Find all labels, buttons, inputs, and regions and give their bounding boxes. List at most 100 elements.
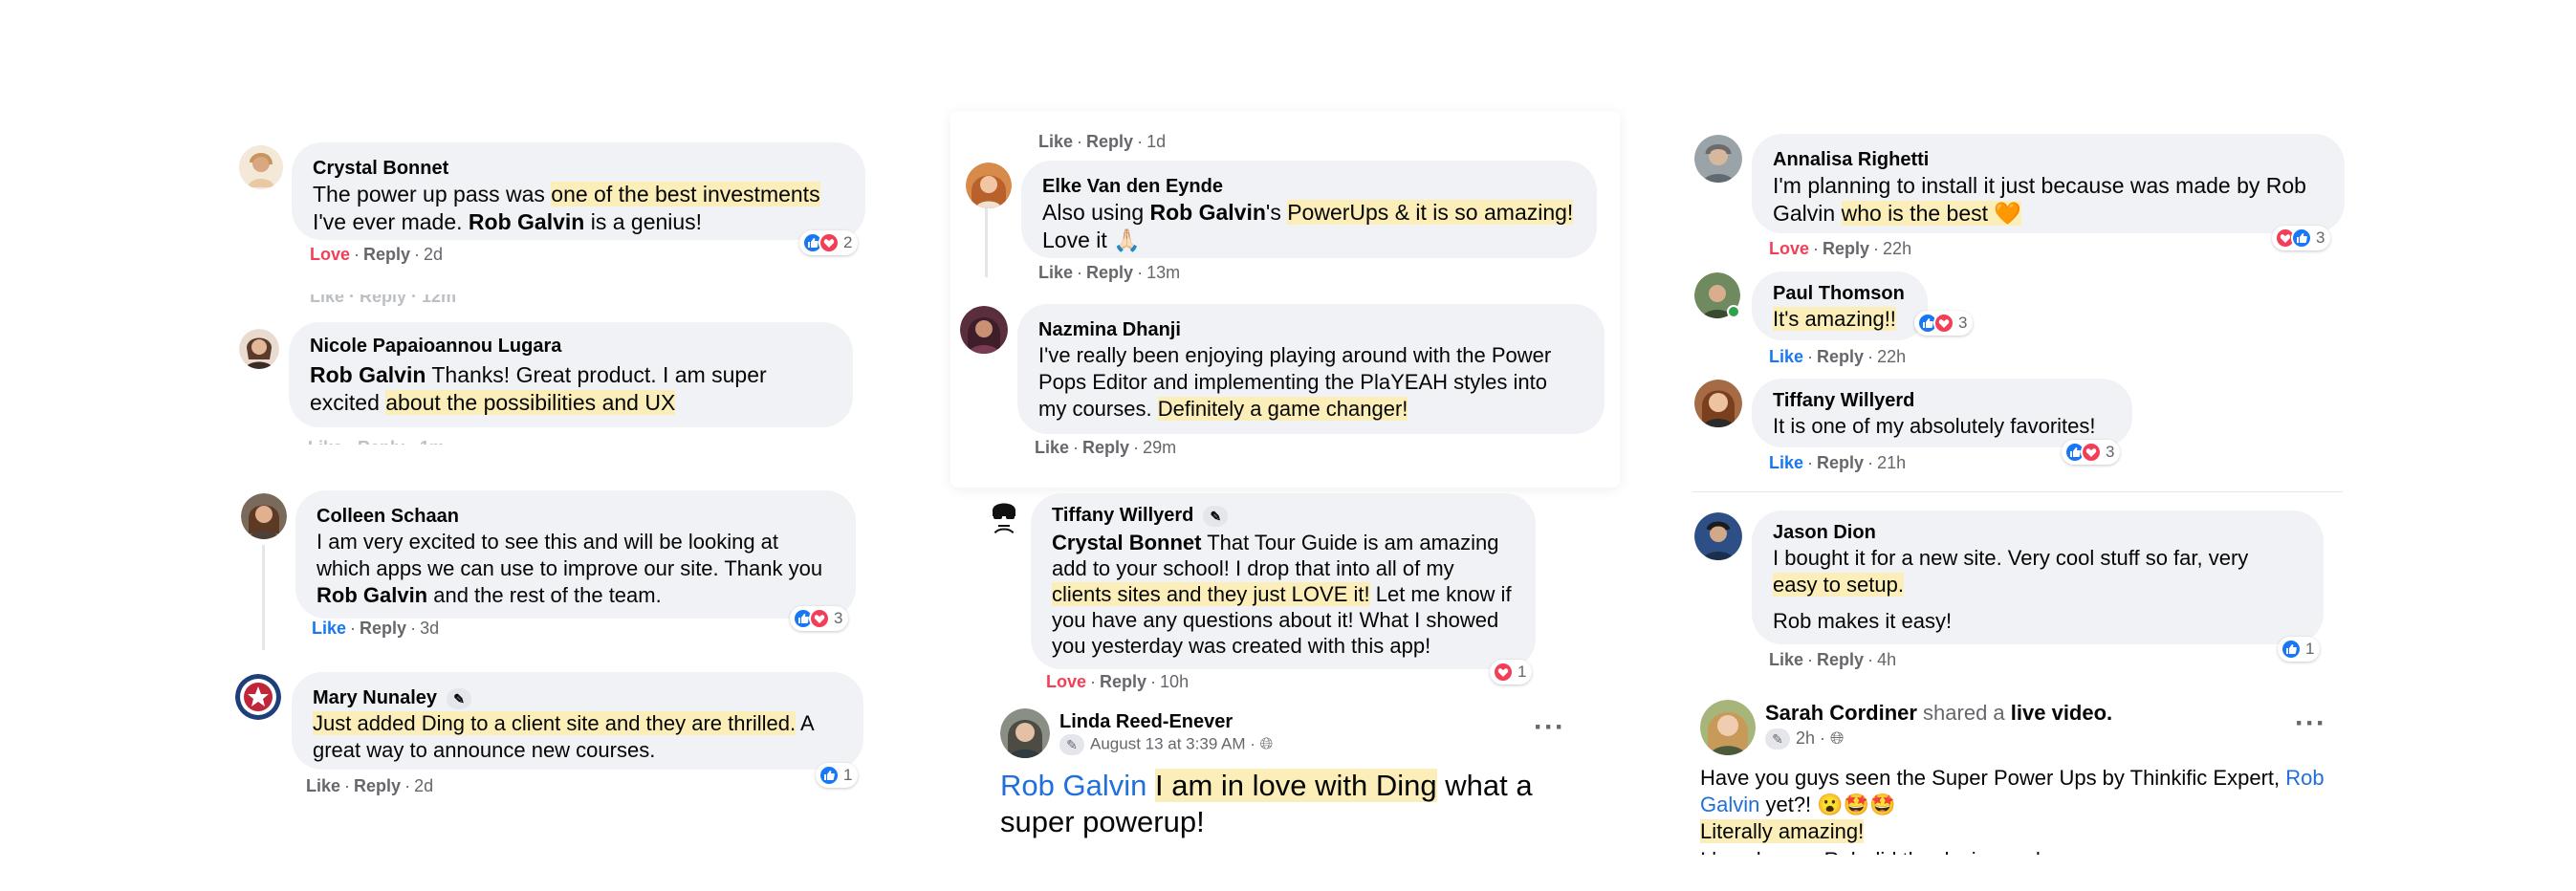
reaction-count[interactable]: 3 — [2062, 440, 2121, 465]
reaction-count[interactable]: 2 — [799, 230, 859, 255]
like-button[interactable]: Like — [1038, 263, 1073, 282]
love-button[interactable]: Love — [1046, 672, 1086, 691]
live-video-link[interactable]: live video. — [2011, 701, 2112, 725]
comment-actions: Love · Reply · 22h — [1769, 239, 1912, 258]
avatar[interactable] — [239, 329, 279, 369]
like-button[interactable]: Like — [1769, 650, 1803, 669]
mention-tag[interactable]: Rob Galvin — [317, 583, 427, 607]
reaction-number: 1 — [1517, 663, 1527, 681]
timestamp[interactable]: 21h — [1877, 453, 1906, 472]
timestamp[interactable]: 1d — [1146, 132, 1166, 151]
reaction-count[interactable]: 1 — [2278, 637, 2321, 662]
reply-button[interactable]: Reply — [363, 245, 410, 264]
like-button[interactable]: Like — [1769, 453, 1803, 472]
comment-author[interactable]: Nazmina Dhanji — [1038, 317, 1583, 342]
avatar[interactable] — [1694, 380, 1742, 427]
comment-author[interactable]: Elke Van den Eynde — [1042, 174, 1576, 199]
heart-icon — [1933, 313, 1954, 334]
timestamp[interactable]: 29m — [1143, 438, 1176, 457]
comment-author[interactable]: Mary Nunaley ✎ — [313, 685, 842, 710]
reply-button[interactable]: Reply — [1817, 347, 1864, 366]
timestamp[interactable]: 3d — [420, 619, 439, 638]
timestamp[interactable]: 10h — [1160, 672, 1189, 691]
comment-bubble: Jason Dion I bought it for a new site. V… — [1752, 511, 2324, 644]
timestamp[interactable]: 22h — [1877, 347, 1906, 366]
timestamp[interactable]: 2d — [424, 245, 443, 264]
highlight-text: Literally amazing! — [1700, 819, 1865, 843]
reply-button[interactable]: Reply — [1817, 453, 1864, 472]
comment-author[interactable]: Nicole Papaioannou Lugara — [310, 334, 832, 359]
reply-button[interactable]: Reply — [1823, 239, 1869, 258]
timestamp[interactable]: 2d — [414, 776, 433, 795]
avatar[interactable] — [966, 163, 1012, 208]
love-button[interactable]: Love — [1769, 239, 1809, 258]
timestamp[interactable]: 4h — [1877, 650, 1896, 669]
mention-tag[interactable]: Rob Galvin — [310, 362, 426, 387]
post-author[interactable]: Sarah Cordiner — [1765, 701, 1917, 725]
highlight-text: clients sites and they just LOVE it! — [1052, 582, 1370, 606]
comment-author[interactable]: Paul Thomson — [1773, 281, 1907, 306]
post-date[interactable]: August 13 at 3:39 AM — [1090, 734, 1246, 752]
timestamp[interactable]: 22h — [1883, 239, 1911, 258]
reaction-number: 1 — [2305, 640, 2315, 658]
avatar[interactable] — [239, 145, 283, 189]
mention-tag[interactable]: Crystal Bonnet — [1052, 531, 1201, 554]
highlight-text: I am in love with Ding — [1154, 769, 1437, 802]
comment-author[interactable]: Colleen Schaan — [317, 504, 835, 529]
reply-button[interactable]: Reply — [1817, 650, 1864, 669]
like-button[interactable]: Like — [306, 776, 340, 795]
reply-button[interactable]: Reply — [1086, 263, 1133, 282]
more-options-icon[interactable]: ··· — [1534, 711, 1565, 744]
comment-text: Love it 🙏🏻 — [1042, 228, 1141, 252]
like-button[interactable]: Like — [1038, 132, 1073, 151]
comment-author[interactable]: Tiffany Willyerd — [1773, 388, 2111, 413]
globe-icon: 🌐︎ — [1259, 734, 1274, 753]
reply-button[interactable]: Reply — [1082, 438, 1129, 457]
thread-line — [985, 208, 988, 277]
reaction-count[interactable]: 1 — [1490, 660, 1533, 685]
mention-tag[interactable]: Rob — [2285, 766, 2324, 790]
reply-button[interactable]: Reply — [1100, 672, 1146, 691]
reaction-count[interactable]: 3 — [790, 606, 849, 631]
more-options-icon[interactable]: ··· — [2295, 707, 2326, 740]
highlight-text: who is the best 🧡 — [1841, 201, 2022, 226]
reply-button[interactable]: Reply — [360, 619, 406, 638]
mention-tag[interactable]: Rob Galvin — [469, 209, 584, 234]
avatar[interactable] — [1700, 700, 1756, 755]
reply-button[interactable]: Reply — [1086, 132, 1133, 151]
like-button[interactable]: Like — [312, 619, 346, 638]
comment-author[interactable]: Jason Dion — [1773, 520, 2303, 545]
comment-author[interactable]: Annalisa Righetti — [1773, 147, 2324, 172]
post-author[interactable]: Linda Reed-Enever — [1059, 709, 1233, 734]
post-text-line: yet?! 😮🤩🤩 — [1759, 793, 1896, 816]
reaction-count[interactable]: 1 — [816, 763, 859, 788]
avatar[interactable] — [1694, 512, 1742, 560]
timestamp[interactable]: 13m — [1146, 263, 1180, 282]
like-button[interactable]: Like — [1769, 347, 1803, 366]
heart-icon — [2081, 442, 2102, 463]
avatar[interactable] — [960, 306, 1008, 354]
reaction-count[interactable]: 3 — [1914, 311, 1974, 336]
reaction-number: 3 — [2316, 228, 2325, 247]
comment-text: Galvin — [1773, 201, 1842, 226]
mention-tag[interactable]: Rob Galvin — [1000, 769, 1146, 802]
post-date[interactable]: 2h — [1796, 728, 1815, 748]
avatar[interactable] — [985, 497, 1023, 535]
post-text-line: Have you guys seen the Super Power Ups b… — [1700, 766, 2286, 790]
comment-bubble: Mary Nunaley ✎ Just added Ding to a clien… — [292, 672, 863, 770]
mention-tag[interactable]: Galvin — [1700, 793, 1759, 816]
avatar[interactable] — [241, 493, 287, 539]
comment-author[interactable]: Crystal Bonnet — [313, 156, 844, 181]
reaction-count[interactable]: 3 — [2272, 226, 2331, 250]
avatar[interactable] — [1000, 708, 1050, 758]
comment-text: and the rest of the team. — [427, 583, 662, 607]
like-button[interactable]: Like — [1035, 438, 1069, 457]
reply-button[interactable]: Reply — [354, 776, 401, 795]
mention-tag[interactable]: Rob Galvin — [1150, 200, 1266, 225]
highlight-text: Just added Ding to a client site and the… — [313, 711, 797, 735]
comment-actions: Like · Reply · 21h — [1769, 453, 1907, 472]
love-button[interactable]: Love — [310, 245, 350, 264]
comment-author[interactable]: Tiffany Willyerd ✎ — [1052, 503, 1515, 528]
avatar[interactable] — [1694, 135, 1742, 183]
avatar[interactable] — [235, 674, 281, 720]
